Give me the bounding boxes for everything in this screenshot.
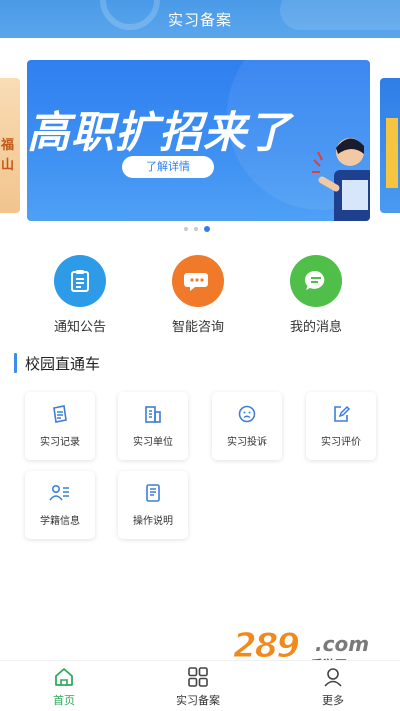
page-title: 实习备案 [167, 11, 232, 29]
tile-label: 实习记录 [40, 437, 80, 448]
tab-home[interactable]: 首页 [19, 666, 109, 708]
quick-action-consult[interactable]: 智能咨询 [148, 255, 248, 335]
building-icon [118, 404, 188, 424]
tile-label: 学籍信息 [40, 516, 80, 527]
tile-internship-evaluation[interactable]: 实习评价 [306, 392, 376, 460]
more-icon [288, 666, 378, 688]
tile-internship-record[interactable]: 实习记录 [25, 392, 95, 460]
tile-label: 实习投诉 [227, 437, 267, 448]
section-title: 校园直通车 [25, 354, 101, 373]
banner-carousel[interactable]: 福 山 高职扩招来了 了解详情 [0, 60, 400, 225]
quick-action-label: 智能咨询 [171, 320, 224, 335]
chat-bubbles-icon [172, 255, 224, 307]
section-header: 校园直通车 [14, 352, 100, 374]
carousel-dot[interactable] [184, 227, 188, 231]
tile-instructions[interactable]: 操作说明 [118, 471, 188, 539]
quick-action-messages[interactable]: 我的消息 [266, 255, 366, 335]
edit-icon [306, 404, 376, 424]
carousel-dot-active[interactable] [204, 226, 210, 232]
person-illustration [312, 138, 370, 221]
prev-slide-preview[interactable]: 福 山 [0, 78, 20, 213]
document-icon [118, 483, 188, 503]
tab-label: 实习备案 [176, 694, 220, 707]
message-icon [290, 255, 342, 307]
quick-actions: 通知公告 智能咨询 我的消息 [0, 255, 400, 335]
grid-icon [153, 666, 243, 688]
tile-internship-unit[interactable]: 实习单位 [118, 392, 188, 460]
record-icon [25, 404, 95, 424]
tab-label: 首页 [53, 694, 75, 707]
tile-label: 操作说明 [133, 516, 173, 527]
tile-student-status[interactable]: 学籍信息 [25, 471, 95, 539]
tab-more[interactable]: 更多 [288, 666, 378, 708]
clipboard-icon [54, 255, 106, 307]
tab-internship-filing[interactable]: 实习备案 [153, 666, 243, 708]
tab-label: 更多 [322, 694, 344, 707]
quick-action-label: 通知公告 [53, 320, 106, 335]
tile-internship-complaint[interactable]: 实习投诉 [212, 392, 282, 460]
quick-action-label: 我的消息 [289, 320, 342, 335]
watermark-domain: .com [315, 632, 370, 656]
learn-more-button[interactable]: 了解详情 [122, 156, 214, 178]
bottom-tab-bar: 首页 实习备案 更多 [0, 660, 400, 711]
carousel-indicator [184, 226, 210, 232]
quick-action-notices[interactable]: 通知公告 [30, 255, 130, 335]
next-slide-preview[interactable] [380, 78, 400, 213]
app-header: 实习备案 [0, 0, 400, 38]
tile-label: 实习评价 [321, 437, 361, 448]
section-accent-bar [14, 353, 17, 373]
prev-slide-text: 福 山 [1, 138, 15, 173]
banner-slide[interactable]: 高职扩招来了 了解详情 [27, 60, 370, 221]
carousel-dot[interactable] [194, 227, 198, 231]
student-card-icon [25, 483, 95, 503]
slide-decoration [386, 118, 398, 188]
tile-label: 实习单位 [133, 437, 173, 448]
home-icon [19, 666, 109, 688]
banner-title: 高职扩招来了 [27, 108, 291, 158]
complaint-icon [212, 404, 282, 424]
